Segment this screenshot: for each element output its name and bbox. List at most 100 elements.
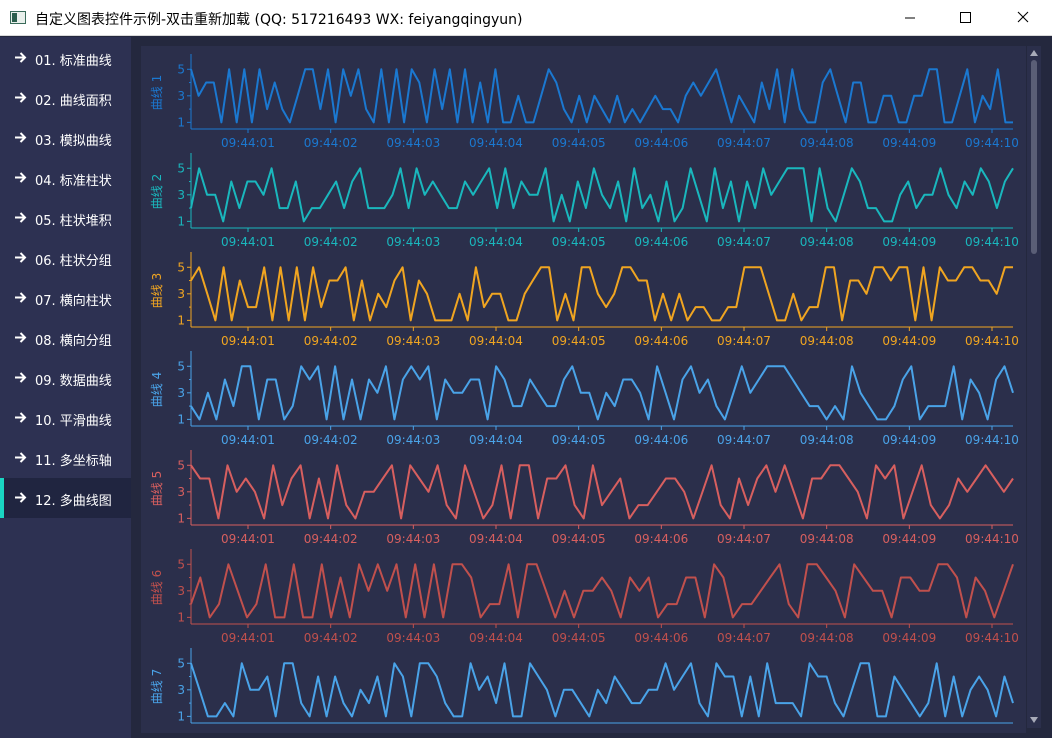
sidebar-item-label: 07. 横向柱状 — [35, 294, 112, 309]
chart2-xtick-label: 09:44:05 — [552, 235, 606, 249]
sidebar-item-label: 05. 柱状堆积 — [35, 214, 112, 229]
chart5-ytick-label: 3 — [177, 485, 185, 499]
chart6-xtick-label: 09:44:01 — [221, 631, 275, 645]
sidebar-item-2[interactable]: 02. 曲线面积 — [0, 78, 131, 118]
chart3-xtick-label: 09:44:10 — [965, 334, 1019, 348]
chart1-xtick-label: 09:44:02 — [304, 136, 358, 150]
sidebar-item-label: 10. 平滑曲线 — [35, 414, 112, 429]
chart5-xtick-label: 09:44:06 — [634, 532, 688, 546]
chart3-xtick-label: 09:44:08 — [800, 334, 854, 348]
sidebar-item-7[interactable]: 07. 横向柱状 — [0, 278, 131, 318]
chart3-xtick-label: 09:44:01 — [221, 334, 275, 348]
chart5-series-line — [190, 464, 1014, 520]
chart2-xtick-label: 09:44:01 — [221, 235, 275, 249]
chart3-xtick-label: 09:44:03 — [386, 334, 440, 348]
chart5-xtick-label: 09:44:08 — [800, 532, 854, 546]
chart7-ylabel: 曲线 7 — [150, 669, 164, 704]
arrow-right-icon — [15, 52, 27, 63]
chart1-xtick-label: 09:44:04 — [469, 136, 523, 150]
chart4-ytick-label: 1 — [177, 412, 185, 426]
chart6-series-line — [190, 563, 1014, 619]
sidebar-item-9[interactable]: 09. 数据曲线 — [0, 358, 131, 398]
arrow-right-icon — [15, 252, 27, 263]
chart3-ytick-label: 5 — [177, 260, 185, 274]
chart2-xtick-label: 09:44:10 — [965, 235, 1019, 249]
chart5-xtick-label: 09:44:05 — [552, 532, 606, 546]
sidebar-item-label: 08. 横向分组 — [35, 334, 112, 349]
sidebar-item-1[interactable]: 01. 标准曲线 — [0, 38, 131, 78]
arrow-right-icon — [15, 332, 27, 343]
chart3-ytick-label: 1 — [177, 313, 185, 327]
arrow-right-icon — [15, 212, 27, 223]
sidebar-item-4[interactable]: 04. 标准柱状 — [0, 158, 131, 198]
chart5-xtick-label: 09:44:02 — [304, 532, 358, 546]
chart2-ytick-label: 3 — [177, 188, 185, 202]
sidebar-item-label: 01. 标准曲线 — [35, 54, 112, 69]
chart2-xtick-label: 09:44:04 — [469, 235, 523, 249]
chart6-ytick-label: 1 — [177, 610, 185, 624]
chart4-xtick-label: 09:44:06 — [634, 433, 688, 447]
chart3-xtick-label: 09:44:09 — [882, 334, 936, 348]
sidebar-item-label: 11. 多坐标轴 — [35, 454, 112, 469]
chart7-ytick-label: 3 — [177, 683, 185, 697]
scroll-down-arrow-icon[interactable] — [1029, 716, 1039, 724]
multi-chart-canvas: 曲线 1 1 3 5 09:44:01 09:44:02 09:44:03 09:44:04 0… — [150, 54, 1019, 724]
minimize-button[interactable] — [886, 0, 932, 36]
sidebar-item-label: 12. 多曲线图 — [35, 494, 112, 509]
chart5-xtick-label: 09:44:03 — [386, 532, 440, 546]
chart6-xtick-label: 09:44:08 — [800, 631, 854, 645]
sidebar-item-12[interactable]: 12. 多曲线图 — [0, 478, 131, 518]
chart6-xtick-label: 09:44:05 — [552, 631, 606, 645]
chart4-ylabel: 曲线 4 — [150, 372, 164, 407]
sidebar-nav: 01. 标准曲线 02. 曲线面积 03. 模拟曲线 04. 标准柱状 05. 柱状堆积… — [0, 37, 131, 738]
arrow-right-icon — [15, 292, 27, 303]
chart6-xtick-label: 09:44:02 — [304, 631, 358, 645]
chart7-ytick-label: 1 — [177, 709, 185, 723]
sidebar-item-10[interactable]: 10. 平滑曲线 — [0, 398, 131, 438]
chart4-xtick-label: 09:44:03 — [386, 433, 440, 447]
chart6-xtick-label: 09:44:06 — [634, 631, 688, 645]
chart4-series-line — [190, 365, 1014, 421]
chart1-ytick-label: 3 — [177, 89, 185, 103]
sidebar-item-6[interactable]: 06. 柱状分组 — [0, 238, 131, 278]
vertical-scrollbar[interactable] — [1027, 46, 1041, 728]
chart5-xtick-label: 09:44:04 — [469, 532, 523, 546]
sidebar-item-3[interactable]: 03. 模拟曲线 — [0, 118, 131, 158]
chart2-ytick-label: 5 — [177, 161, 185, 175]
chart4-xtick-label: 09:44:09 — [882, 433, 936, 447]
chart3-xtick-label: 09:44:04 — [469, 334, 523, 348]
chart4-xtick-label: 09:44:04 — [469, 433, 523, 447]
chart4-xtick-label: 09:44:10 — [965, 433, 1019, 447]
chart4-xtick-label: 09:44:01 — [221, 433, 275, 447]
scroll-up-arrow-icon[interactable] — [1029, 49, 1039, 57]
chart6-ylabel: 曲线 6 — [150, 570, 164, 605]
chart2-ylabel: 曲线 2 — [150, 174, 164, 209]
chart1-ylabel: 曲线 1 — [150, 75, 164, 110]
chart2-xtick-label: 09:44:07 — [717, 235, 771, 249]
chart7-ytick-label: 5 — [177, 656, 185, 670]
chart2-ytick-label: 1 — [177, 214, 185, 228]
sidebar-item-label: 09. 数据曲线 — [35, 374, 112, 389]
scrollbar-thumb[interactable] — [1031, 60, 1037, 254]
chart1-xtick-label: 09:44:10 — [965, 136, 1019, 150]
maximize-button[interactable] — [942, 0, 988, 36]
chart4-xtick-label: 09:44:02 — [304, 433, 358, 447]
sidebar-item-11[interactable]: 11. 多坐标轴 — [0, 438, 131, 478]
chart1-xtick-label: 09:44:01 — [221, 136, 275, 150]
chart2-series-line — [190, 167, 1014, 223]
sidebar-item-label: 02. 曲线面积 — [35, 94, 112, 109]
chart5-xtick-label: 09:44:07 — [717, 532, 771, 546]
chart6-xtick-label: 09:44:07 — [717, 631, 771, 645]
sidebar-item-8[interactable]: 08. 横向分组 — [0, 318, 131, 358]
chart5-xtick-label: 09:44:01 — [221, 532, 275, 546]
chart1-xtick-label: 09:44:09 — [882, 136, 936, 150]
chart4-xtick-label: 09:44:05 — [552, 433, 606, 447]
chart2-xtick-label: 09:44:09 — [882, 235, 936, 249]
sidebar-item-5[interactable]: 05. 柱状堆积 — [0, 198, 131, 238]
chart3-xtick-label: 09:44:06 — [634, 334, 688, 348]
chart1-xtick-label: 09:44:05 — [552, 136, 606, 150]
chart-scroll-area: 曲线 1 1 3 5 09:44:01 09:44:02 09:44:03 09:44:04 0… — [141, 46, 1026, 733]
close-button[interactable] — [1000, 0, 1046, 36]
arrow-right-icon — [15, 372, 27, 383]
chart1-xtick-label: 09:44:06 — [634, 136, 688, 150]
